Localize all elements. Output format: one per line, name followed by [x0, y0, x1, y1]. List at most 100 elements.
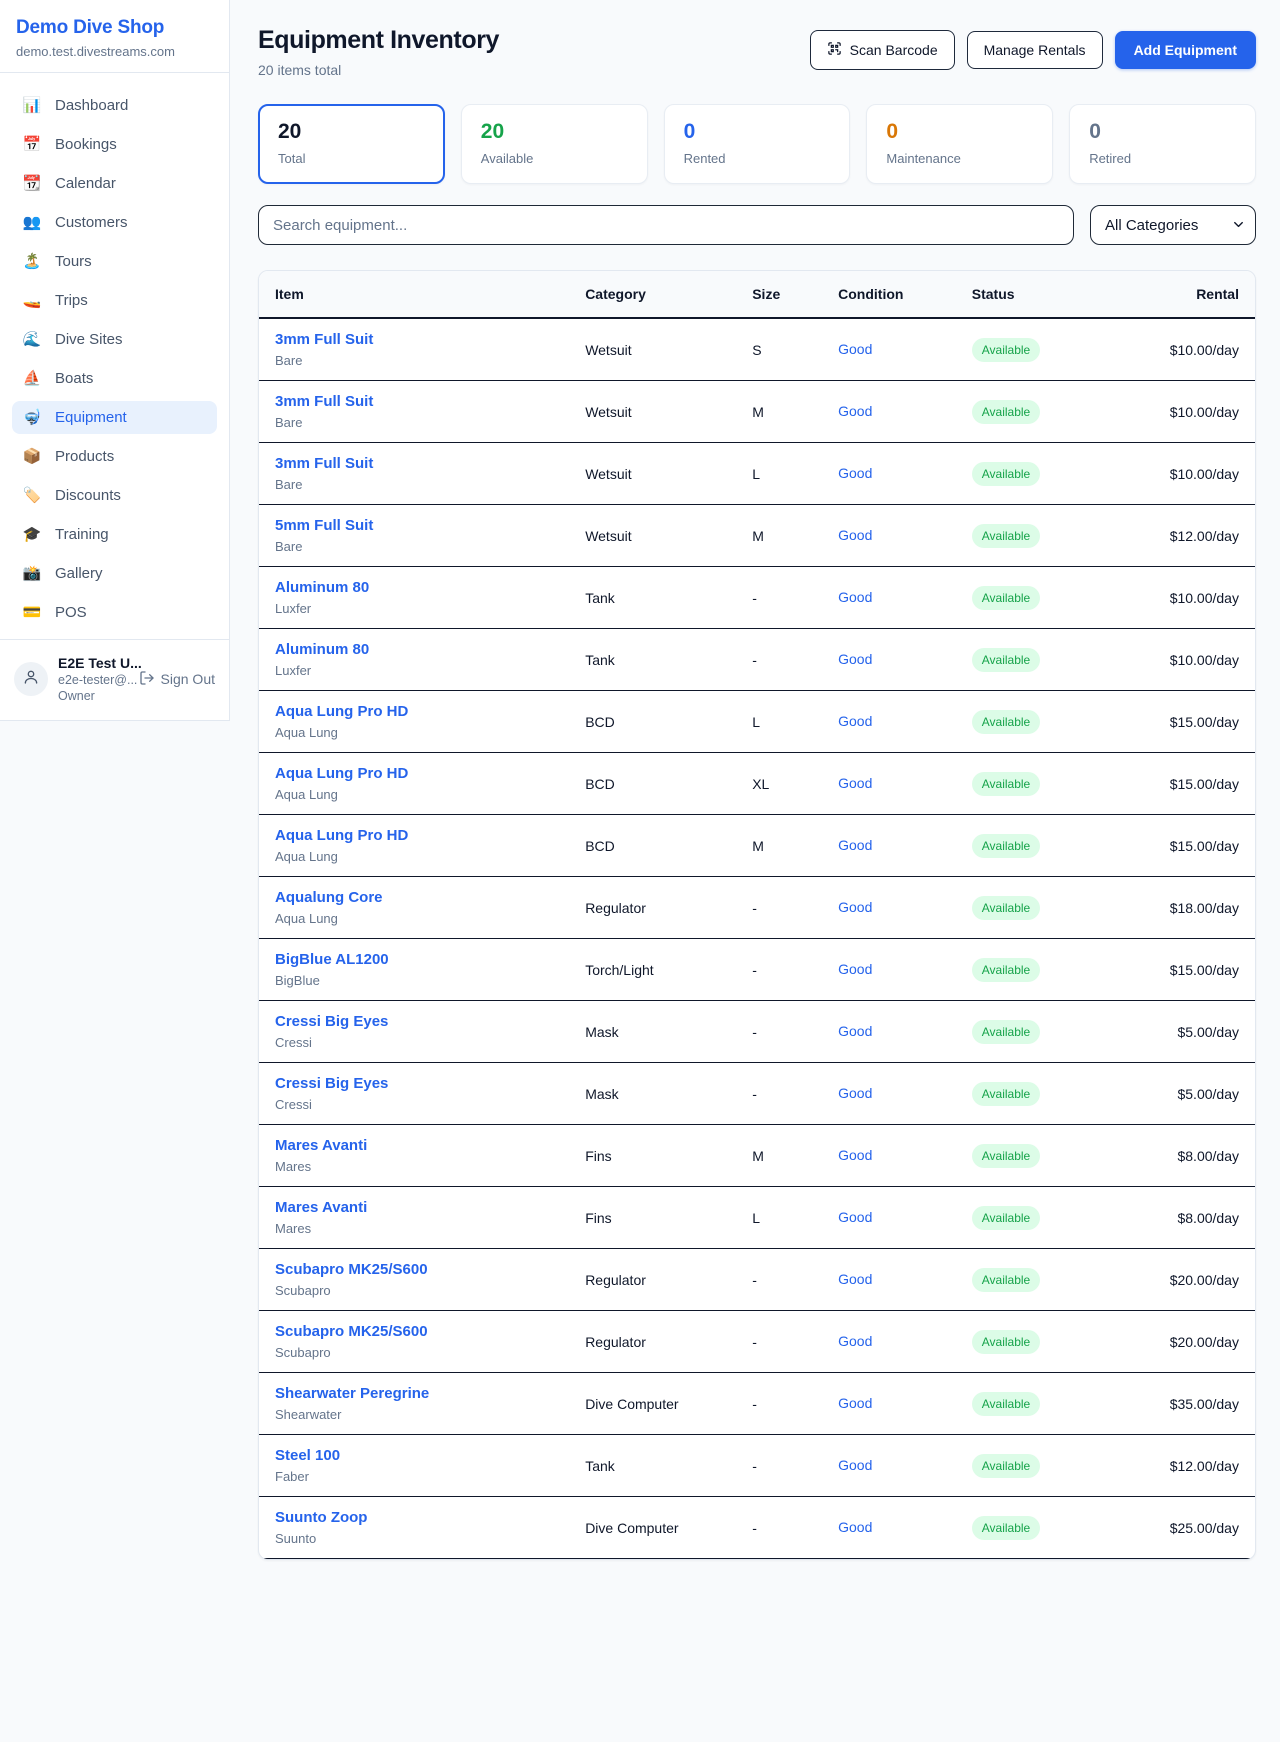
stat-card-available[interactable]: 20 Available [461, 104, 648, 184]
sidebar-item-customers[interactable]: 👥 Customers [12, 206, 217, 239]
stat-card-maintenance[interactable]: 0 Maintenance [866, 104, 1053, 184]
item-brand: Bare [275, 353, 585, 368]
condition-cell: Good [838, 651, 972, 669]
condition-link[interactable]: Good [838, 961, 872, 977]
condition-link[interactable]: Good [838, 1209, 872, 1225]
item-name-link[interactable]: Mares Avanti [275, 1137, 585, 1154]
sign-out-button[interactable]: Sign Out [139, 670, 215, 689]
item-brand: Cressi [275, 1035, 585, 1050]
sidebar-item-dive-sites[interactable]: 🌊 Dive Sites [12, 323, 217, 356]
search-input[interactable] [258, 205, 1074, 245]
stat-card-rented[interactable]: 0 Rented [664, 104, 851, 184]
item-name-link[interactable]: BigBlue AL1200 [275, 951, 585, 968]
sidebar-item-trips[interactable]: 🚤 Trips [12, 284, 217, 317]
category-cell: Mask [585, 1024, 752, 1040]
rental-price-cell: $8.00/day [1124, 1210, 1239, 1226]
sidebar-item-gallery[interactable]: 📸 Gallery [12, 557, 217, 590]
item-cell: Steel 100 Faber [275, 1447, 585, 1484]
item-name-link[interactable]: Aqua Lung Pro HD [275, 703, 585, 720]
condition-link[interactable]: Good [838, 837, 872, 853]
condition-link[interactable]: Good [838, 713, 872, 729]
sidebar-item-pos[interactable]: 💳 POS [12, 596, 217, 629]
item-brand: BigBlue [275, 973, 585, 988]
item-name-link[interactable]: Aqualung Core [275, 889, 585, 906]
item-name-link[interactable]: Shearwater Peregrine [275, 1385, 585, 1402]
item-cell: Aqua Lung Pro HD Aqua Lung [275, 827, 585, 864]
condition-link[interactable]: Good [838, 589, 872, 605]
condition-cell: Good [838, 403, 972, 421]
item-name-link[interactable]: Cressi Big Eyes [275, 1013, 585, 1030]
item-brand: Cressi [275, 1097, 585, 1112]
condition-cell: Good [838, 589, 972, 607]
condition-link[interactable]: Good [838, 1085, 872, 1101]
sidebar-item-label: Boats [55, 370, 93, 387]
item-name-link[interactable]: Scubapro MK25/S600 [275, 1261, 585, 1278]
condition-link[interactable]: Good [838, 775, 872, 791]
tours-icon: 🏝️ [22, 254, 42, 269]
item-name-link[interactable]: 3mm Full Suit [275, 331, 585, 348]
add-equipment-button[interactable]: Add Equipment [1115, 31, 1256, 69]
rental-price-cell: $10.00/day [1124, 652, 1239, 668]
item-name-link[interactable]: 3mm Full Suit [275, 455, 585, 472]
condition-link[interactable]: Good [838, 1271, 872, 1287]
sidebar-item-dashboard[interactable]: 📊 Dashboard [12, 89, 217, 122]
stat-card-total[interactable]: 20 Total [258, 104, 445, 184]
condition-link[interactable]: Good [838, 403, 872, 419]
condition-link[interactable]: Good [838, 341, 872, 357]
brand-name[interactable]: Demo Dive Shop [16, 17, 213, 39]
sidebar-item-equipment[interactable]: 🤿 Equipment [12, 401, 217, 434]
status-cell: Available [972, 338, 1125, 362]
condition-link[interactable]: Good [838, 465, 872, 481]
condition-link[interactable]: Good [838, 1395, 872, 1411]
item-name-link[interactable]: 3mm Full Suit [275, 393, 585, 410]
condition-link[interactable]: Good [838, 527, 872, 543]
item-name-link[interactable]: Steel 100 [275, 1447, 585, 1464]
status-cell: Available [972, 710, 1125, 734]
item-name-link[interactable]: Aqua Lung Pro HD [275, 827, 585, 844]
sidebar-item-training[interactable]: 🎓 Training [12, 518, 217, 551]
sidebar-item-label: Gallery [55, 565, 103, 582]
item-name-link[interactable]: Aluminum 80 [275, 641, 585, 658]
table-row: Shearwater Peregrine Shearwater Dive Com… [259, 1373, 1255, 1435]
item-cell: BigBlue AL1200 BigBlue [275, 951, 585, 988]
sidebar-item-bookings[interactable]: 📅 Bookings [12, 128, 217, 161]
filter-row: All Categories [258, 205, 1256, 245]
sidebar-item-products[interactable]: 📦 Products [12, 440, 217, 473]
category-cell: Tank [585, 652, 752, 668]
item-cell: Aqua Lung Pro HD Aqua Lung [275, 703, 585, 740]
item-cell: Scubapro MK25/S600 Scubapro [275, 1323, 585, 1360]
sidebar-item-discounts[interactable]: 🏷️ Discounts [12, 479, 217, 512]
category-cell: Wetsuit [585, 466, 752, 482]
condition-cell: Good [838, 775, 972, 793]
item-name-link[interactable]: 5mm Full Suit [275, 517, 585, 534]
scan-barcode-button[interactable]: Scan Barcode [810, 30, 955, 70]
condition-link[interactable]: Good [838, 651, 872, 667]
status-cell: Available [972, 648, 1125, 672]
discounts-icon: 🏷️ [22, 488, 42, 503]
table-row: 3mm Full Suit Bare Wetsuit S Good Availa… [259, 319, 1255, 381]
category-filter-select[interactable]: All Categories [1090, 205, 1256, 245]
sidebar-item-calendar[interactable]: 📆 Calendar [12, 167, 217, 200]
item-name-link[interactable]: Aqua Lung Pro HD [275, 765, 585, 782]
item-name-link[interactable]: Aluminum 80 [275, 579, 585, 596]
condition-link[interactable]: Good [838, 1457, 872, 1473]
user-info: E2E Test U... e2e-tester@... Owner [58, 655, 129, 703]
condition-link[interactable]: Good [838, 1333, 872, 1349]
condition-link[interactable]: Good [838, 899, 872, 915]
item-name-link[interactable]: Mares Avanti [275, 1199, 585, 1216]
item-cell: 5mm Full Suit Bare [275, 517, 585, 554]
stat-card-retired[interactable]: 0 Retired [1069, 104, 1256, 184]
item-cell: Cressi Big Eyes Cressi [275, 1013, 585, 1050]
sidebar-item-boats[interactable]: ⛵ Boats [12, 362, 217, 395]
condition-link[interactable]: Good [838, 1023, 872, 1039]
item-name-link[interactable]: Suunto Zoop [275, 1509, 585, 1526]
category-cell: Wetsuit [585, 404, 752, 420]
item-name-link[interactable]: Scubapro MK25/S600 [275, 1323, 585, 1340]
manage-rentals-button[interactable]: Manage Rentals [967, 31, 1103, 69]
item-name-link[interactable]: Cressi Big Eyes [275, 1075, 585, 1092]
condition-link[interactable]: Good [838, 1147, 872, 1163]
sidebar-item-tours[interactable]: 🏝️ Tours [12, 245, 217, 278]
condition-link[interactable]: Good [838, 1519, 872, 1535]
size-cell: M [752, 528, 838, 544]
table-row: Aluminum 80 Luxfer Tank - Good Available… [259, 567, 1255, 629]
